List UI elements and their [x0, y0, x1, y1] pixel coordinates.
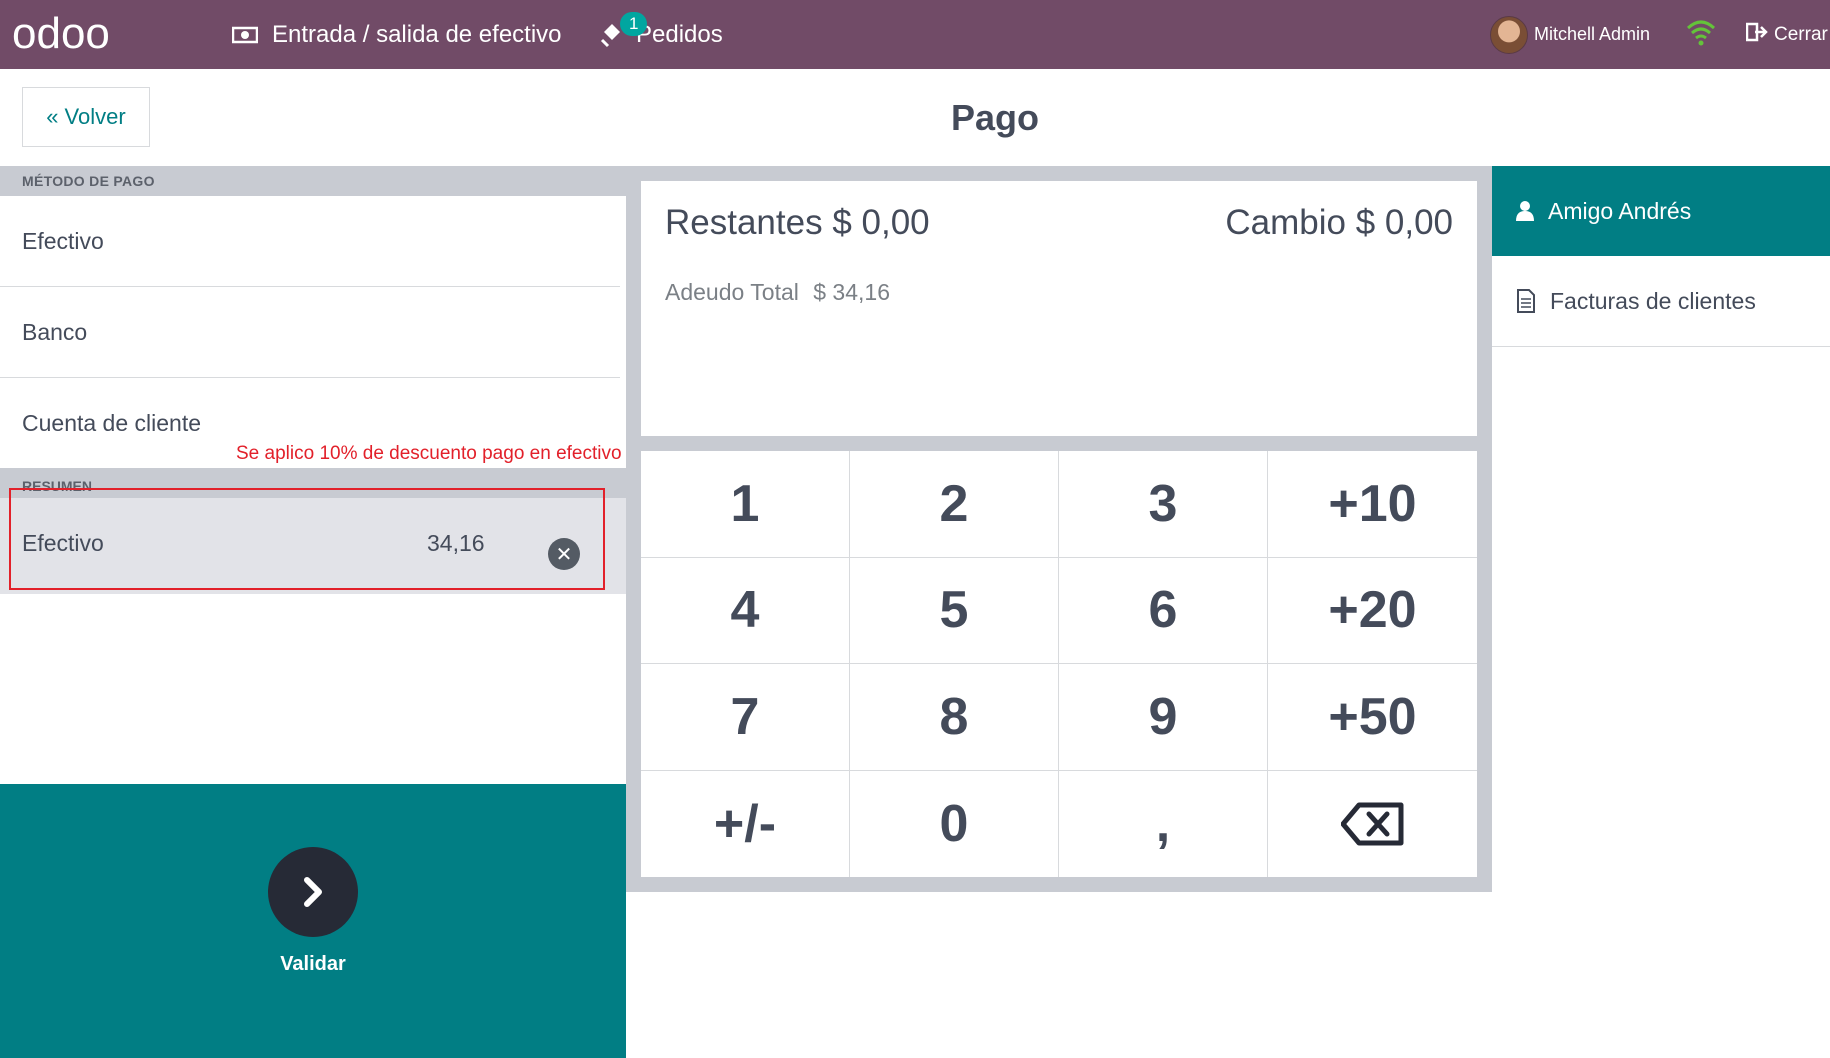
numpad-key-6[interactable]: 6: [1059, 557, 1268, 664]
numpad-key-4[interactable]: 4: [641, 557, 850, 664]
numpad-key-1[interactable]: 1: [641, 451, 850, 558]
payment-line[interactable]: Efectivo 34,16 ✕: [0, 498, 626, 594]
total-due-label: Adeudo Total: [665, 279, 799, 305]
wifi-icon: [1686, 18, 1716, 51]
customer-invoices-label: Facturas de clientes: [1550, 287, 1756, 314]
numpad-key-8[interactable]: 8: [850, 664, 1059, 771]
payment-method-bank[interactable]: Banco: [0, 287, 620, 378]
numpad-key-decimal[interactable]: ,: [1059, 770, 1268, 877]
change-amount: Cambio $ 0,00: [1225, 203, 1453, 243]
odoo-logo: odoo: [12, 12, 112, 56]
change-label: Cambio: [1225, 203, 1346, 242]
user-icon: [1516, 200, 1534, 222]
cash-in-out-button[interactable]: Entrada / salida de efectivo: [232, 0, 562, 69]
numpad: 1 2 3 +10 4 5 6 +20 7 8 9 +50 +/- 0 ,: [641, 451, 1477, 877]
payment-methods-pane: MÉTODO DE PAGO Efectivo Banco Cuenta de …: [0, 166, 626, 1058]
numpad-key-5[interactable]: 5: [850, 557, 1059, 664]
payment-summary: RESUMEN Efectivo 34,16 ✕: [0, 468, 626, 594]
numpad-key-plus-10[interactable]: +10: [1268, 451, 1477, 558]
summary-heading: RESUMEN: [0, 468, 626, 498]
remove-payment-icon[interactable]: ✕: [548, 538, 580, 570]
numpad-key-3[interactable]: 3: [1059, 451, 1268, 558]
screen-header: « Volver Pago: [0, 69, 1830, 167]
numpad-key-sign[interactable]: +/-: [641, 770, 850, 877]
cash-in-out-label: Entrada / salida de efectivo: [272, 20, 562, 48]
back-button[interactable]: « Volver: [22, 87, 150, 147]
orders-label: Pedidos: [636, 20, 723, 48]
close-session-button[interactable]: Cerrar: [1745, 0, 1828, 69]
remaining-value: $ 0,00: [832, 203, 930, 242]
user-menu[interactable]: Mitchell Admin: [1490, 0, 1650, 69]
close-label: Cerrar: [1774, 23, 1828, 45]
annotation-text: Se aplico 10% de descuento pago en efect…: [236, 443, 622, 464]
payment-center-pane: Restantes $ 0,00 Cambio $ 0,00 Adeudo To…: [626, 166, 1492, 892]
orders-count-badge: 1: [620, 12, 648, 36]
top-navbar: odoo Entrada / salida de efectivo 1 Pedi…: [0, 0, 1830, 69]
orders-button[interactable]: 1 Pedidos: [600, 0, 723, 69]
validate-button[interactable]: Validar: [0, 784, 626, 1058]
user-name: Mitchell Admin: [1534, 24, 1651, 44]
payment-methods-heading: MÉTODO DE PAGO: [0, 166, 626, 196]
total-due-value: $ 34,16: [813, 279, 890, 305]
customer-invoices-button[interactable]: Facturas de clientes: [1492, 256, 1830, 347]
payment-line-method: Efectivo: [22, 530, 104, 556]
numpad-key-plus-50[interactable]: +50: [1268, 664, 1477, 771]
payment-method-cash[interactable]: Efectivo: [0, 196, 620, 287]
logout-icon: [1745, 22, 1768, 48]
document-icon: [1516, 289, 1536, 313]
numpad-key-9[interactable]: 9: [1059, 664, 1268, 771]
numpad-key-2[interactable]: 2: [850, 451, 1059, 558]
page-title: Pago: [950, 96, 1039, 138]
svg-text:odoo: odoo: [12, 12, 110, 56]
remaining-label: Restantes: [665, 203, 823, 242]
numpad-key-7[interactable]: 7: [641, 664, 850, 771]
orders-icon: [600, 22, 622, 48]
back-label: Volver: [64, 104, 126, 129]
numpad-key-plus-20[interactable]: +20: [1268, 557, 1477, 664]
avatar: [1490, 15, 1528, 54]
payment-status-box: Restantes $ 0,00 Cambio $ 0,00 Adeudo To…: [641, 181, 1477, 436]
payment-line-amount[interactable]: 34,16: [427, 530, 485, 557]
double-chevron-left-icon: «: [46, 104, 59, 129]
customer-name: Amigo Andrés: [1548, 197, 1692, 224]
partner-pane: Amigo Andrés Facturas de clientes: [1492, 166, 1830, 892]
remaining-amount: Restantes $ 0,00: [665, 203, 930, 243]
total-due: Adeudo Total $ 34,16: [665, 279, 898, 306]
validate-label: Validar: [280, 952, 346, 975]
backspace-icon[interactable]: [1268, 770, 1477, 877]
change-value: $ 0,00: [1355, 203, 1453, 242]
cash-icon: [232, 25, 258, 45]
numpad-key-0[interactable]: 0: [850, 770, 1059, 877]
customer-button[interactable]: Amigo Andrés: [1492, 166, 1830, 256]
